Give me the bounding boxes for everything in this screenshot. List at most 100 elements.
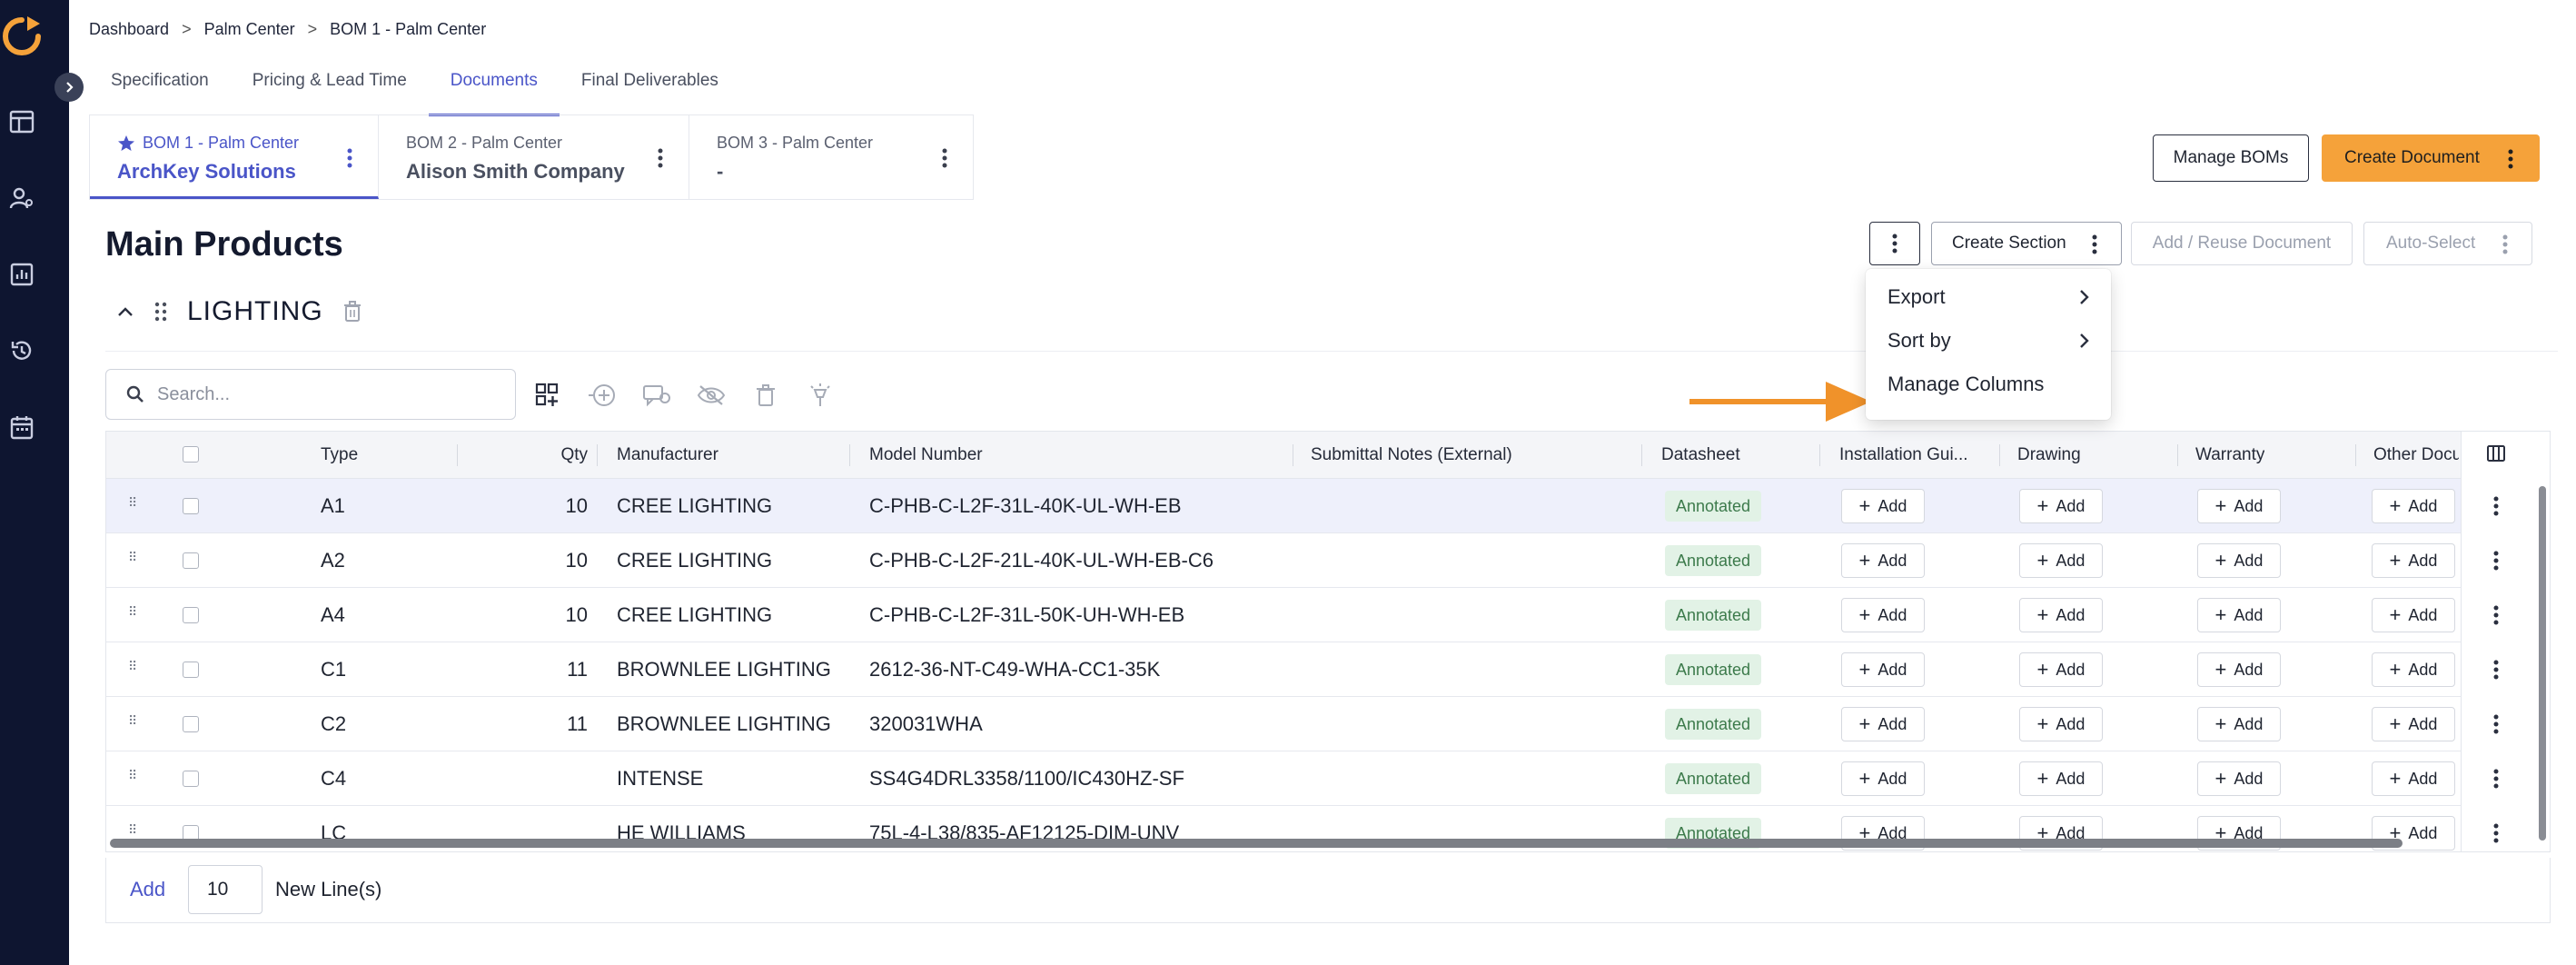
history-icon[interactable] xyxy=(5,334,38,367)
add-warranty-button[interactable]: + Add xyxy=(2197,761,2281,796)
annotated-badge[interactable]: Annotated xyxy=(1665,709,1762,740)
column-header-manufacturer[interactable]: Manufacturer xyxy=(617,432,718,479)
add-installation-button[interactable]: + Add xyxy=(1841,652,1925,687)
column-header-warranty[interactable]: Warranty xyxy=(2195,432,2264,479)
add-reuse-document-button[interactable]: Add / Reuse Document xyxy=(2131,222,2353,265)
add-warranty-button[interactable]: + Add xyxy=(2197,707,2281,741)
annotated-badge[interactable]: Annotated xyxy=(1665,491,1762,522)
add-circle-icon[interactable] xyxy=(587,380,618,411)
table-row[interactable]: ⠿ C4 INTENSE SS4G4DRL3358/1100/IC430HZ-SF An… xyxy=(106,751,2550,806)
row-drag-handle-icon[interactable]: ⠿ xyxy=(128,495,137,511)
row-kebab-icon[interactable] xyxy=(2493,660,2499,684)
comment-icon[interactable] xyxy=(641,380,672,411)
row-drag-handle-icon[interactable]: ⠿ xyxy=(128,768,137,783)
auto-select-button[interactable]: Auto-Select xyxy=(2363,222,2532,265)
add-drawing-button[interactable]: + Add xyxy=(2019,652,2103,687)
breadcrumb-dashboard[interactable]: Dashboard xyxy=(89,20,169,39)
manage-boms-button[interactable]: Manage BOMs xyxy=(2153,134,2309,182)
column-header-installation-guide[interactable]: Installation Gui... xyxy=(1839,432,1999,479)
row-drag-handle-icon[interactable]: ⠿ xyxy=(128,550,137,565)
magic-wand-icon[interactable] xyxy=(805,380,836,411)
column-header-qty[interactable]: Qty xyxy=(542,432,588,479)
row-drag-handle-icon[interactable]: ⠿ xyxy=(128,659,137,674)
row-kebab-icon[interactable] xyxy=(2493,823,2499,848)
column-header-model-number[interactable]: Model Number xyxy=(869,432,983,479)
new-lines-count-input[interactable] xyxy=(188,865,263,914)
annotated-badge[interactable]: Annotated xyxy=(1665,654,1762,685)
menu-item-manage-columns[interactable]: Manage Columns xyxy=(1887,373,2044,396)
add-drawing-button[interactable]: + Add xyxy=(2019,761,2103,796)
annotated-badge[interactable]: Annotated xyxy=(1665,600,1762,631)
row-checkbox[interactable] xyxy=(183,607,199,623)
row-checkbox[interactable] xyxy=(183,552,199,569)
row-kebab-icon[interactable] xyxy=(2493,605,2499,630)
annotated-badge[interactable]: Annotated xyxy=(1665,545,1762,576)
more-options-button[interactable] xyxy=(1869,222,1920,265)
add-drawing-button[interactable]: + Add xyxy=(2019,489,2103,523)
add-warranty-button[interactable]: + Add xyxy=(2197,543,2281,578)
add-warranty-button[interactable]: + Add xyxy=(2197,598,2281,632)
row-checkbox[interactable] xyxy=(183,771,199,787)
dashboard-icon[interactable] xyxy=(5,105,38,138)
column-header-submittal-notes[interactable]: Submittal Notes (External) xyxy=(1311,432,1512,479)
menu-item-sort-by[interactable]: Sort by xyxy=(1887,329,2089,353)
bom-tab-2[interactable]: BOM 2 - Palm Center Alison Smith Company xyxy=(379,115,689,199)
calendar-icon[interactable] xyxy=(5,411,38,443)
column-header-datasheet[interactable]: Datasheet xyxy=(1661,432,1740,479)
kebab-icon[interactable] xyxy=(658,148,663,173)
delete-icon[interactable] xyxy=(750,380,781,411)
horizontal-scrollbar[interactable] xyxy=(110,839,2403,848)
add-other-button[interactable]: + Add xyxy=(2372,707,2455,741)
drag-handle-icon[interactable] xyxy=(154,301,167,323)
row-kebab-icon[interactable] xyxy=(2493,551,2499,575)
add-grid-icon[interactable] xyxy=(532,380,563,411)
add-installation-button[interactable]: + Add xyxy=(1841,598,1925,632)
breadcrumb-project[interactable]: Palm Center xyxy=(204,20,295,39)
row-checkbox[interactable] xyxy=(183,716,199,732)
row-drag-handle-icon[interactable]: ⠿ xyxy=(128,604,137,620)
row-drag-handle-icon[interactable]: ⠿ xyxy=(128,713,137,729)
add-installation-button[interactable]: + Add xyxy=(1841,489,1925,523)
row-checkbox[interactable] xyxy=(183,662,199,678)
sidebar-expand-button[interactable] xyxy=(54,73,84,102)
table-row[interactable]: ⠿ A4 10 CREE LIGHTING C-PHB-C-L2F-31L-50K-UH… xyxy=(106,588,2550,642)
create-document-button[interactable]: Create Document xyxy=(2322,134,2540,182)
search-input[interactable] xyxy=(157,383,484,405)
reports-icon[interactable] xyxy=(5,258,38,291)
chevron-up-icon[interactable] xyxy=(116,305,134,318)
table-row[interactable]: ⠿ A2 10 CREE LIGHTING C-PHB-C-L2F-21L-40K-UL… xyxy=(106,533,2550,588)
kebab-icon[interactable] xyxy=(942,148,947,173)
app-logo-icon[interactable] xyxy=(0,11,47,62)
table-row[interactable]: ⠿ C2 11 BROWNLEE LIGHTING 320031WHA Annotated… xyxy=(106,697,2550,751)
column-settings-icon[interactable] xyxy=(2487,444,2505,463)
row-kebab-icon[interactable] xyxy=(2493,769,2499,793)
select-all-checkbox[interactable] xyxy=(183,446,199,463)
add-installation-button[interactable]: + Add xyxy=(1841,707,1925,741)
annotated-badge[interactable]: Annotated xyxy=(1665,763,1762,794)
row-kebab-icon[interactable] xyxy=(2493,714,2499,739)
add-drawing-button[interactable]: + Add xyxy=(2019,543,2103,578)
add-other-button[interactable]: + Add xyxy=(2372,761,2455,796)
add-other-button[interactable]: + Add xyxy=(2372,543,2455,578)
table-row[interactable]: ⠿ A1 10 CREE LIGHTING C-PHB-C-L2F-31L-40K-UL… xyxy=(106,479,2550,533)
tab-documents[interactable]: Documents xyxy=(428,56,560,116)
row-kebab-icon[interactable] xyxy=(2493,496,2499,521)
table-row[interactable]: ⠿ C1 11 BROWNLEE LIGHTING 2612-36-NT-C49-WHA… xyxy=(106,642,2550,697)
tab-specification[interactable]: Specification xyxy=(89,56,231,116)
column-header-drawing[interactable]: Drawing xyxy=(2017,432,2081,479)
row-checkbox[interactable] xyxy=(183,498,199,514)
add-other-button[interactable]: + Add xyxy=(2372,598,2455,632)
add-installation-button[interactable]: + Add xyxy=(1841,543,1925,578)
users-icon[interactable] xyxy=(5,182,38,214)
add-drawing-button[interactable]: + Add xyxy=(2019,707,2103,741)
add-lines-button[interactable]: Add xyxy=(130,878,165,901)
tab-pricing-lead-time[interactable]: Pricing & Lead Time xyxy=(231,56,429,116)
bom-tab-1[interactable]: BOM 1 - Palm Center ArchKey Solutions xyxy=(90,115,379,199)
menu-item-export[interactable]: Export xyxy=(1887,285,2089,309)
create-section-button[interactable]: Create Section xyxy=(1931,222,2122,265)
add-installation-button[interactable]: + Add xyxy=(1841,761,1925,796)
column-header-type[interactable]: Type xyxy=(321,432,358,479)
bom-tab-3[interactable]: BOM 3 - Palm Center - xyxy=(689,115,973,199)
add-warranty-button[interactable]: + Add xyxy=(2197,489,2281,523)
add-drawing-button[interactable]: + Add xyxy=(2019,598,2103,632)
